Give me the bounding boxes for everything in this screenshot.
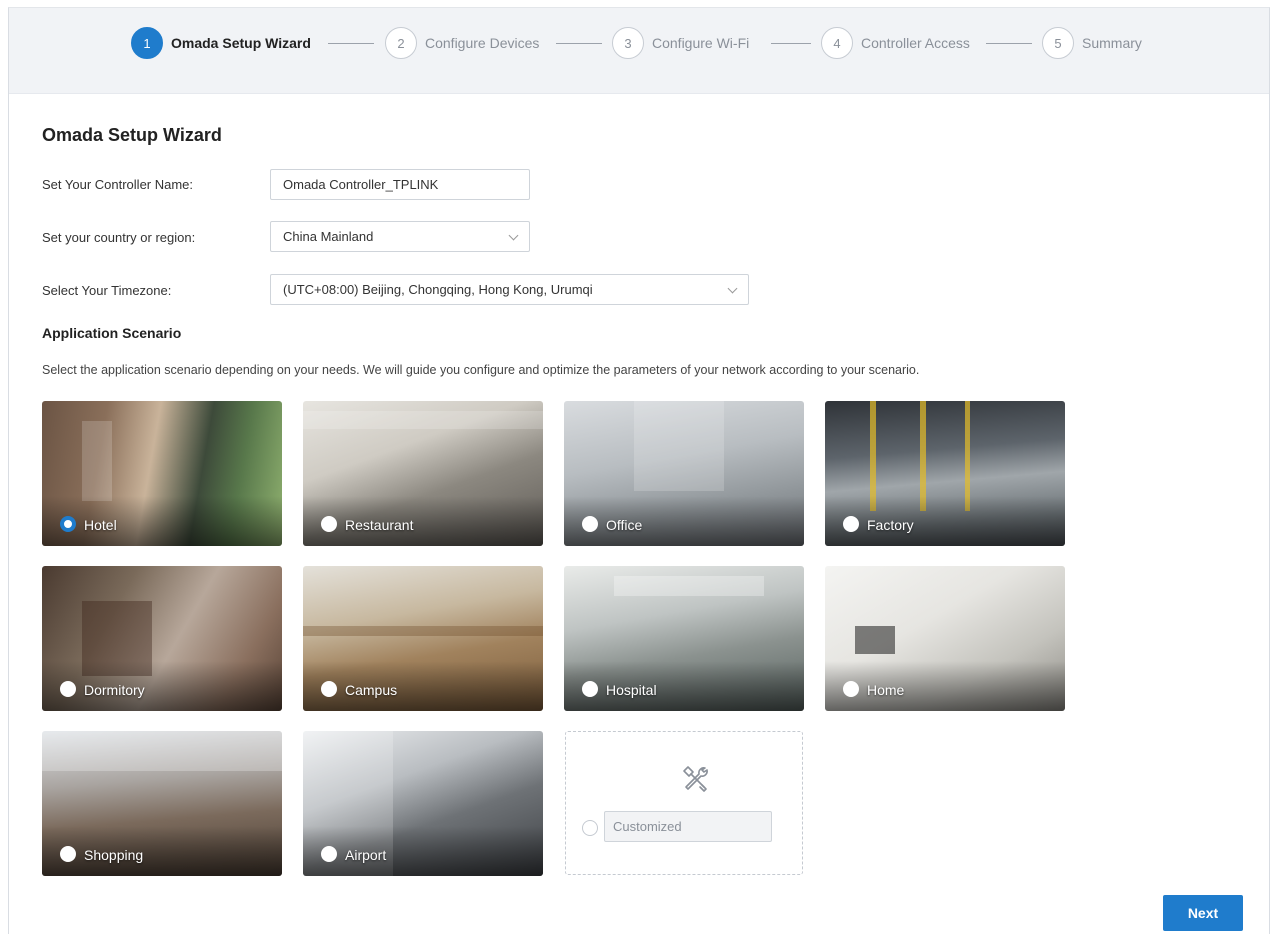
step-1[interactable]: 1 Omada Setup Wizard [131, 27, 311, 59]
scenario-card-shopping[interactable]: Shopping [42, 731, 282, 876]
radio-button[interactable] [582, 681, 598, 697]
scenario-label: Home [867, 682, 905, 698]
step-connector [328, 43, 374, 44]
step-5[interactable]: 5 Summary [1042, 27, 1142, 59]
scenario-card-home[interactable]: Home [825, 566, 1065, 711]
scenario-card-hotel[interactable]: Hotel [42, 401, 282, 546]
scenario-label: Hospital [606, 682, 657, 698]
step-label: Omada Setup Wizard [171, 35, 311, 51]
scenario-label: Dormitory [84, 682, 145, 698]
step-4[interactable]: 4 Controller Access [821, 27, 970, 59]
step-3[interactable]: 3 Configure Wi-Fi [612, 27, 749, 59]
scenario-card-hospital[interactable]: Hospital [564, 566, 804, 711]
step-connector [556, 43, 602, 44]
scenario-label: Hotel [84, 517, 117, 533]
timezone-select[interactable]: (UTC+08:00) Beijing, Chongqing, Hong Kon… [270, 274, 749, 305]
step-connector [771, 43, 811, 44]
country-select[interactable]: China Mainland [270, 221, 530, 252]
scenario-label: Factory [867, 517, 914, 533]
card-image-detail [965, 401, 970, 511]
radio-button[interactable] [321, 516, 337, 532]
scenario-card-factory[interactable]: Factory [825, 401, 1065, 546]
scenario-label: Campus [345, 682, 398, 698]
page-title: Omada Setup Wizard [42, 125, 222, 145]
section-title: Application Scenario [42, 325, 182, 341]
radio-button[interactable] [60, 846, 76, 862]
card-image-detail [634, 401, 724, 491]
card-image-detail [303, 626, 543, 636]
radio-button[interactable] [60, 681, 76, 697]
country-select-value: China Mainland [283, 229, 374, 244]
card-image-detail [614, 576, 764, 596]
next-button[interactable]: Next [1163, 895, 1243, 931]
radio-button[interactable] [582, 820, 598, 836]
timezone-label: Select Your Timezone: [42, 283, 172, 298]
card-caption-shade [42, 496, 282, 546]
scenario-card-campus[interactable]: Campus [303, 566, 543, 711]
radio-button[interactable] [843, 681, 859, 697]
step-label: Configure Devices [425, 35, 540, 51]
card-caption-shade [42, 661, 282, 711]
card-image-detail [82, 421, 112, 501]
card-caption-shade [825, 661, 1065, 711]
step-number: 4 [821, 27, 853, 59]
card-caption-shade [825, 496, 1065, 546]
timezone-select-value: (UTC+08:00) Beijing, Chongqing, Hong Kon… [283, 282, 593, 297]
card-caption-shade [303, 826, 543, 876]
card-image-detail [855, 626, 895, 654]
scenario-card-dormitory[interactable]: Dormitory [42, 566, 282, 711]
card-image-detail [303, 411, 543, 429]
radio-button[interactable] [582, 516, 598, 532]
scenario-label: Shopping [84, 847, 144, 863]
controller-name-input[interactable] [270, 169, 530, 200]
step-label: Summary [1082, 35, 1142, 51]
card-image-detail [920, 401, 926, 511]
controller-name-label: Set Your Controller Name: [42, 177, 194, 192]
step-number: 5 [1042, 27, 1074, 59]
chevron-down-icon [508, 230, 519, 241]
radio-button[interactable] [843, 516, 859, 532]
radio-button[interactable] [321, 681, 337, 697]
step-label: Configure Wi-Fi [652, 35, 750, 51]
section-description: Select the application scenario dependin… [42, 363, 920, 377]
step-number: 1 [131, 27, 163, 59]
scenario-label: Airport [345, 847, 387, 863]
country-label: Set your country or region: [42, 230, 196, 245]
radio-button[interactable] [321, 846, 337, 862]
card-caption-shade [564, 661, 804, 711]
card-caption-shade [42, 826, 282, 876]
card-image-detail [42, 731, 282, 771]
chevron-down-icon [727, 283, 738, 294]
customized-input[interactable]: Customized [604, 811, 772, 842]
step-number: 2 [385, 27, 417, 59]
step-2[interactable]: 2 Configure Devices [385, 27, 539, 59]
step-connector [986, 43, 1032, 44]
tools-icon [683, 766, 708, 792]
scenario-label: Restaurant [345, 517, 414, 533]
radio-button[interactable] [60, 516, 76, 532]
card-caption-shade [303, 496, 543, 546]
scenario-card-office[interactable]: Office [564, 401, 804, 546]
scenario-card-restaurant[interactable]: Restaurant [303, 401, 543, 546]
scenario-label: Office [606, 517, 643, 533]
card-caption-shade [303, 661, 543, 711]
scenario-card-airport[interactable]: Airport [303, 731, 543, 876]
card-image-detail [870, 401, 876, 511]
step-number: 3 [612, 27, 644, 59]
scenario-card-customized[interactable]: Customized [565, 731, 803, 875]
step-label: Controller Access [861, 35, 970, 51]
card-caption-shade [564, 496, 804, 546]
